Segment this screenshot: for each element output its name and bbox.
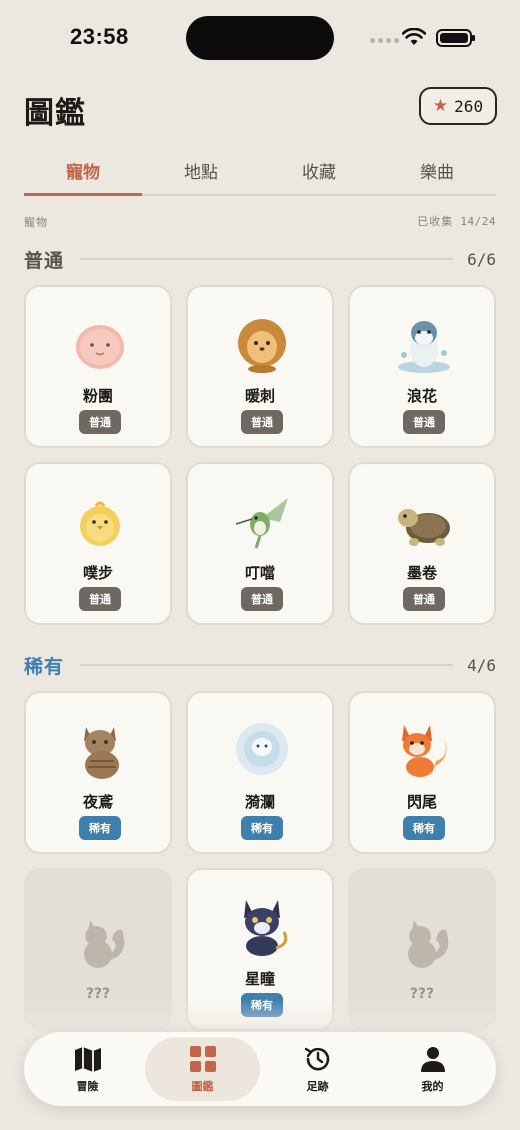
divider (80, 664, 454, 666)
rarity-badge: 普通 (79, 587, 121, 611)
pet-name: 漪瀾 (244, 793, 275, 811)
pet-name: 噗步 (82, 564, 113, 582)
pet-card[interactable]: 噗步 普通 (24, 462, 172, 625)
rarity-header-common: 普通 6/6 (24, 246, 496, 272)
rarity-badge: 稀有 (241, 816, 283, 840)
star-icon: ★ (432, 95, 449, 116)
rarity-name: 普通 (24, 249, 65, 272)
pet-name: 夜鳶 (82, 793, 113, 811)
pet-name: 粉團 (82, 387, 113, 405)
nav-label: 圖鑑 (191, 1080, 214, 1093)
hummingbird-icon (235, 498, 288, 549)
pet-name: 暖刺 (244, 387, 275, 405)
rarity-badge: 稀有 (403, 816, 445, 840)
fire-fox-icon (402, 725, 447, 777)
rarity-badge: 普通 (79, 410, 121, 434)
pet-name: 星瞳 (244, 970, 275, 988)
rarity-header-rare: 稀有 4/6 (24, 652, 496, 678)
nav-label: 冒險 (76, 1080, 99, 1093)
dynamic-island (186, 16, 334, 60)
pet-card[interactable]: 墨卷 普通 (348, 462, 496, 625)
stars-counter[interactable]: ★ 260 (419, 87, 497, 125)
nav-collection[interactable]: 圖鑑 (145, 1037, 260, 1101)
pet-card[interactable]: 夜鳶 稀有 (24, 691, 172, 854)
rarity-count: 6/6 (467, 249, 496, 269)
pet-name: 叮噹 (244, 564, 275, 582)
chick-icon (80, 501, 120, 546)
cellular-signal-icon (370, 38, 399, 43)
status-bar: 23:58 (0, 0, 520, 78)
pet-card[interactable]: 浪花 普通 (348, 285, 496, 448)
collected-value: 14/24 (460, 215, 496, 228)
wifi-icon (402, 28, 426, 45)
tab-places[interactable]: 地點 (142, 150, 260, 194)
person-icon (420, 1047, 445, 1072)
collected-counter: 已收集 14/24 (417, 213, 496, 229)
stars-count: 260 (454, 96, 484, 116)
pet-name: 浪花 (406, 387, 437, 405)
bottom-nav: 冒險 圖鑑 足跡 我的 (24, 1032, 496, 1106)
status-time: 23:58 (70, 24, 129, 49)
pet-card[interactable]: 漪瀾 稀有 (186, 691, 334, 854)
water-spirit-icon (236, 723, 288, 775)
category-tabs: 寵物 地點 收藏 樂曲 (24, 150, 496, 196)
pet-card[interactable]: 叮噹 普通 (186, 462, 334, 625)
nav-label: 足跡 (306, 1080, 329, 1093)
pet-card[interactable]: 暖刺 普通 (186, 285, 334, 448)
rarity-badge: 普通 (241, 587, 283, 611)
divider (80, 258, 454, 260)
grid-icon (189, 1046, 216, 1072)
rarity-badge: 稀有 (79, 816, 121, 840)
pink-fluff-icon (76, 325, 124, 369)
tab-collections[interactable]: 收藏 (260, 150, 378, 194)
rarity-badge: 普通 (241, 410, 283, 434)
pet-name: 墨卷 (406, 564, 437, 582)
pet-name: 閃尾 (406, 793, 437, 811)
tabby-cat-icon (84, 727, 119, 779)
collected-label: 已收集 (417, 215, 454, 228)
tab-pets[interactable]: 寵物 (24, 150, 142, 196)
rarity-badge: 普通 (403, 587, 445, 611)
squirrel-silhouette-icon (84, 920, 125, 968)
hedgehog-icon (238, 319, 286, 373)
pet-card[interactable]: 粉團 普通 (24, 285, 172, 448)
rarity-count: 4/6 (467, 655, 496, 675)
page-title: 圖鑑 (24, 96, 86, 131)
squirrel-silhouette-icon (408, 920, 449, 968)
turtle-icon (398, 509, 450, 546)
rarity-badge: 普通 (403, 410, 445, 434)
nav-label: 我的 (421, 1080, 444, 1093)
nav-history[interactable]: 足跡 (260, 1037, 375, 1101)
history-icon (304, 1047, 329, 1071)
night-cat-icon (244, 900, 288, 956)
seal-splash-icon (398, 321, 450, 373)
pet-card[interactable]: 閃尾 稀有 (348, 691, 496, 854)
nav-adventure[interactable]: 冒險 (30, 1037, 145, 1101)
nav-profile[interactable]: 我的 (375, 1037, 490, 1101)
battery-icon (436, 29, 475, 47)
rarity-name: 稀有 (24, 655, 65, 678)
section-label: 寵物 (24, 216, 48, 229)
tab-music[interactable]: 樂曲 (378, 150, 496, 194)
map-icon (74, 1047, 101, 1072)
